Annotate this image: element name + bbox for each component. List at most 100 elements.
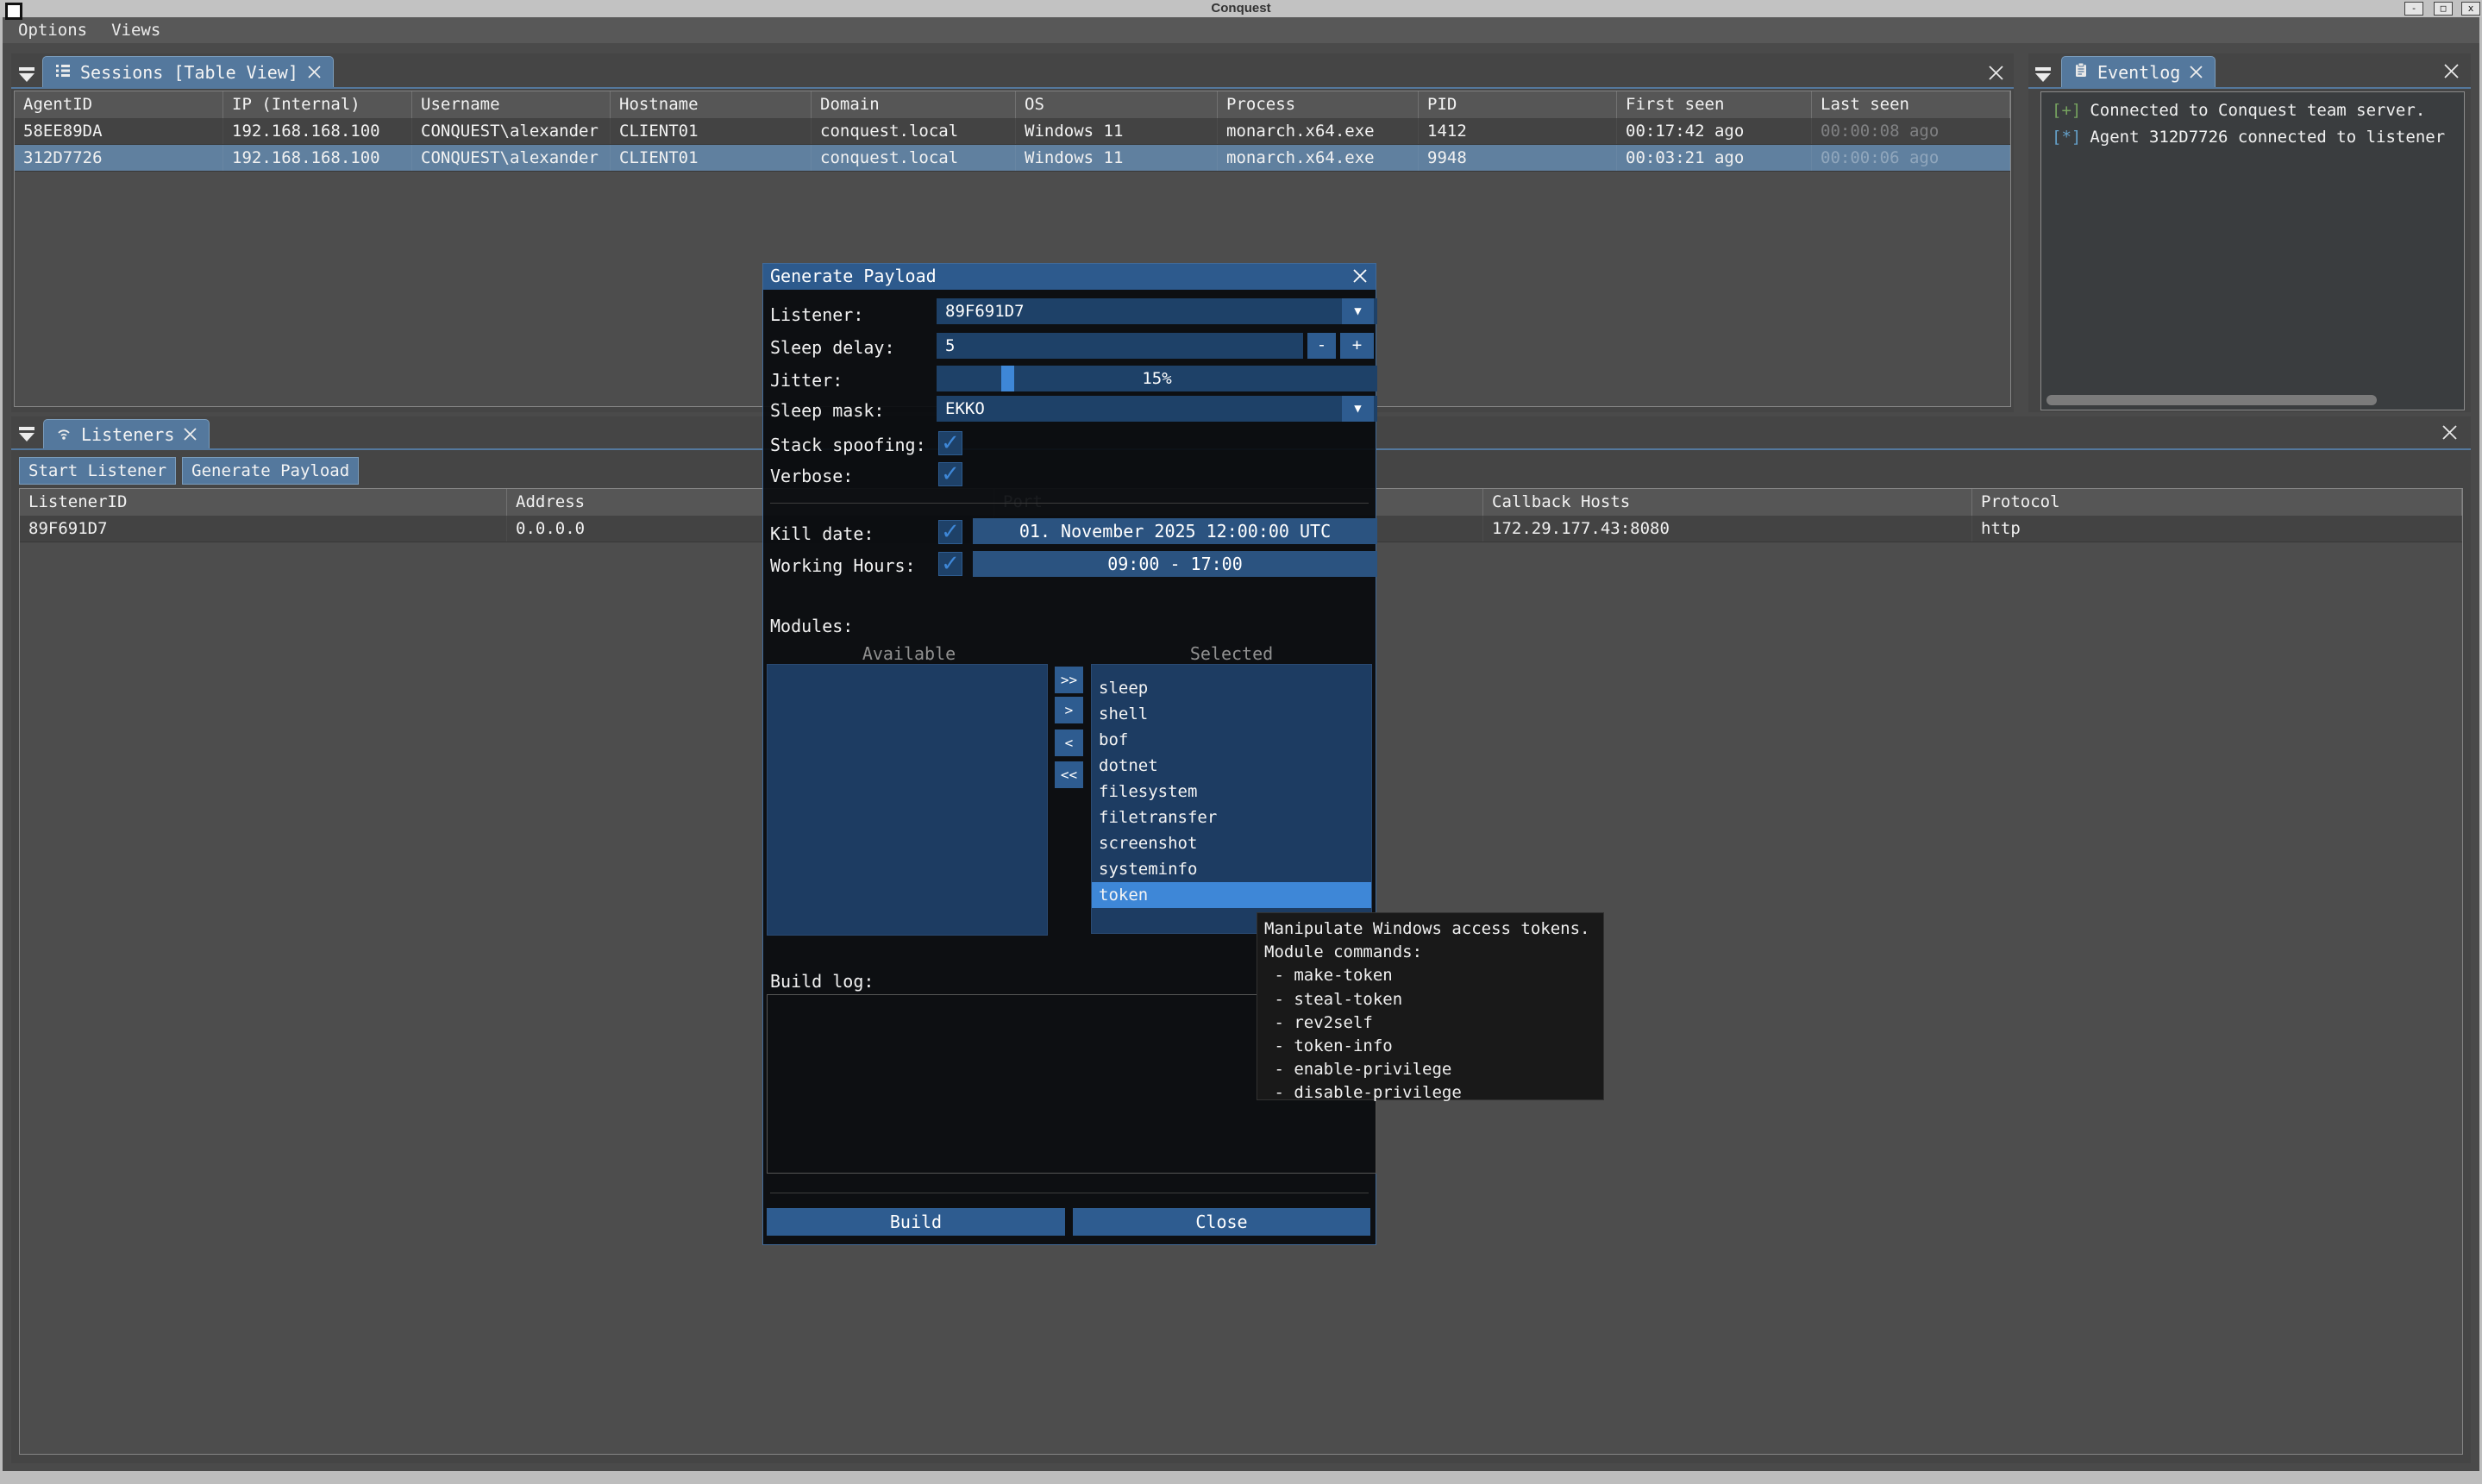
- tooltip-line: - steal-token: [1264, 988, 1596, 1011]
- module-item[interactable]: filesystem: [1092, 779, 1371, 805]
- table-row[interactable]: 58EE89DA192.168.168.100CONQUEST\alexande…: [15, 118, 2010, 145]
- table-cell: CONQUEST\alexander: [412, 145, 611, 171]
- working-hours-field[interactable]: 09:00 - 17:00: [973, 551, 1377, 577]
- jitter-label: Jitter:: [770, 370, 843, 391]
- eventlog-prefix: [+]: [2052, 101, 2081, 120]
- kill-date-field[interactable]: 01. November 2025 12:00:00 UTC: [973, 518, 1377, 544]
- build-log-label: Build log:: [770, 971, 874, 992]
- dropdown-arrow-icon[interactable]: ▼: [1342, 396, 1374, 422]
- table-cell: monarch.x64.exe: [1218, 145, 1419, 171]
- tab-eventlog-close-icon[interactable]: [2189, 65, 2203, 79]
- table-row[interactable]: 312D7726192.168.168.100CONQUEST\alexande…: [15, 145, 2010, 172]
- module-item[interactable]: token: [1092, 882, 1371, 908]
- table-cell: monarch.x64.exe: [1218, 118, 1419, 144]
- window-frame-left: [0, 17, 3, 1484]
- sessions-header-row: AgentIDIP (Internal)UsernameHostnameDoma…: [15, 91, 2010, 118]
- tab-eventlog-label: Eventlog: [2097, 62, 2180, 83]
- tab-listeners-close-icon[interactable]: [183, 427, 197, 441]
- tooltip-line: - token-info: [1264, 1035, 1596, 1058]
- module-item[interactable]: dotnet: [1092, 753, 1371, 779]
- transfer-all-right-button[interactable]: >>: [1055, 667, 1083, 693]
- table-cell: Windows 11: [1016, 145, 1218, 171]
- verbose-checkbox[interactable]: [938, 462, 962, 486]
- generate-payload-button[interactable]: Generate Payload: [182, 457, 359, 485]
- window-frame-bottom: [0, 1471, 2482, 1484]
- column-header[interactable]: AgentID: [15, 91, 223, 118]
- minimize-button[interactable]: -: [2404, 2, 2423, 16]
- column-header[interactable]: Callback Hosts: [1483, 489, 1972, 516]
- column-header[interactable]: Domain: [812, 91, 1016, 118]
- stack-spoofing-checkbox[interactable]: [938, 431, 962, 455]
- module-item[interactable]: shell: [1092, 701, 1371, 727]
- module-item[interactable]: systeminfo: [1092, 856, 1371, 882]
- sleep-delay-decrement-button[interactable]: -: [1307, 333, 1336, 359]
- sessions-panel-close-icon[interactable]: [1987, 64, 2005, 82]
- sleep-delay-input[interactable]: 5: [937, 333, 1303, 359]
- eventlog-panel-close-icon[interactable]: [2442, 62, 2460, 80]
- tab-sessions-close-icon[interactable]: [307, 65, 322, 79]
- tab-sessions-label: Sessions [Table View]: [80, 62, 298, 83]
- working-hours-checkbox[interactable]: [938, 552, 962, 576]
- dialog-titlebar[interactable]: Generate Payload: [763, 264, 1376, 290]
- table-cell: conquest.local: [812, 118, 1016, 144]
- tooltip-line: - disable-privilege: [1264, 1081, 1596, 1105]
- menu-item-views[interactable]: Views: [99, 17, 172, 43]
- transfer-left-button[interactable]: <: [1055, 729, 1083, 756]
- table-cell: 00:00:06 ago: [1812, 145, 2010, 171]
- horizontal-scrollbar[interactable]: [2046, 395, 2377, 405]
- column-header[interactable]: Protocol: [1972, 489, 2462, 516]
- tab-eventlog[interactable]: Eventlog: [2061, 56, 2216, 87]
- sleep-delay-increment-button[interactable]: +: [1340, 333, 1374, 359]
- transfer-all-left-button[interactable]: <<: [1055, 761, 1083, 788]
- module-item[interactable]: screenshot: [1092, 830, 1371, 856]
- build-button[interactable]: Build: [767, 1208, 1065, 1236]
- table-cell: conquest.local: [812, 145, 1016, 171]
- menu-item-options[interactable]: Options: [6, 17, 99, 43]
- table-cell: 00:17:42 ago: [1617, 118, 1812, 144]
- column-header[interactable]: First seen: [1617, 91, 1812, 118]
- module-item[interactable]: filetransfer: [1092, 805, 1371, 830]
- dialog-close-icon[interactable]: [1351, 267, 1369, 285]
- start-listener-button[interactable]: Start Listener: [19, 457, 176, 485]
- tab-sessions[interactable]: Sessions [Table View]: [42, 56, 334, 87]
- table-cell: 1412: [1419, 118, 1617, 144]
- sleep-delay-label: Sleep delay:: [770, 337, 895, 358]
- window-title: Conquest: [0, 1, 2482, 16]
- close-button[interactable]: Close: [1073, 1208, 1370, 1236]
- eventlog-panel: Eventlog [+]Connected to Conquest team s…: [2028, 53, 2471, 412]
- module-item[interactable]: bof: [1092, 727, 1371, 753]
- kill-date-checkbox[interactable]: [938, 520, 962, 544]
- available-modules-list[interactable]: [767, 664, 1048, 936]
- column-header[interactable]: IP (Internal): [223, 91, 412, 118]
- clipboard-icon: [2073, 61, 2089, 83]
- column-header[interactable]: Last seen: [1812, 91, 2010, 118]
- column-header[interactable]: Hostname: [611, 91, 812, 118]
- table-cell: 312D7726: [15, 145, 223, 171]
- listener-combobox[interactable]: 89F691D7: [937, 298, 1377, 324]
- maximize-button[interactable]: □: [2434, 2, 2453, 16]
- dock-arrow-icon[interactable]: [19, 67, 34, 82]
- column-header[interactable]: ListenerID: [20, 489, 507, 516]
- dock-arrow-icon[interactable]: [2035, 67, 2051, 82]
- kill-date-label: Kill date:: [770, 523, 874, 544]
- listeners-panel-close-icon[interactable]: [2441, 423, 2459, 441]
- selected-modules-list[interactable]: sleepshellbofdotnetfilesystemfiletransfe…: [1091, 664, 1372, 934]
- dropdown-arrow-icon[interactable]: ▼: [1342, 298, 1374, 324]
- close-button[interactable]: x: [2461, 2, 2480, 16]
- column-header[interactable]: Username: [412, 91, 611, 118]
- dialog-title: Generate Payload: [770, 266, 937, 286]
- column-header[interactable]: OS: [1016, 91, 1218, 118]
- verbose-label: Verbose:: [770, 466, 853, 486]
- tab-listeners[interactable]: Listeners: [43, 419, 210, 448]
- eventlog-prefix: [*]: [2052, 128, 2081, 147]
- module-item[interactable]: sleep: [1092, 675, 1371, 701]
- column-header[interactable]: Process: [1218, 91, 1419, 118]
- dock-arrow-icon[interactable]: [19, 427, 34, 441]
- sleep-mask-combobox[interactable]: EKKO: [937, 396, 1377, 422]
- sessions-rows: 58EE89DA192.168.168.100CONQUEST\alexande…: [15, 118, 2010, 172]
- transfer-right-button[interactable]: >: [1055, 697, 1083, 723]
- column-header[interactable]: PID: [1419, 91, 1617, 118]
- menu-bar: OptionsViews: [3, 17, 2479, 43]
- window-titlebar[interactable]: Conquest -□ x: [0, 0, 2482, 17]
- jitter-slider[interactable]: 15%: [937, 366, 1377, 391]
